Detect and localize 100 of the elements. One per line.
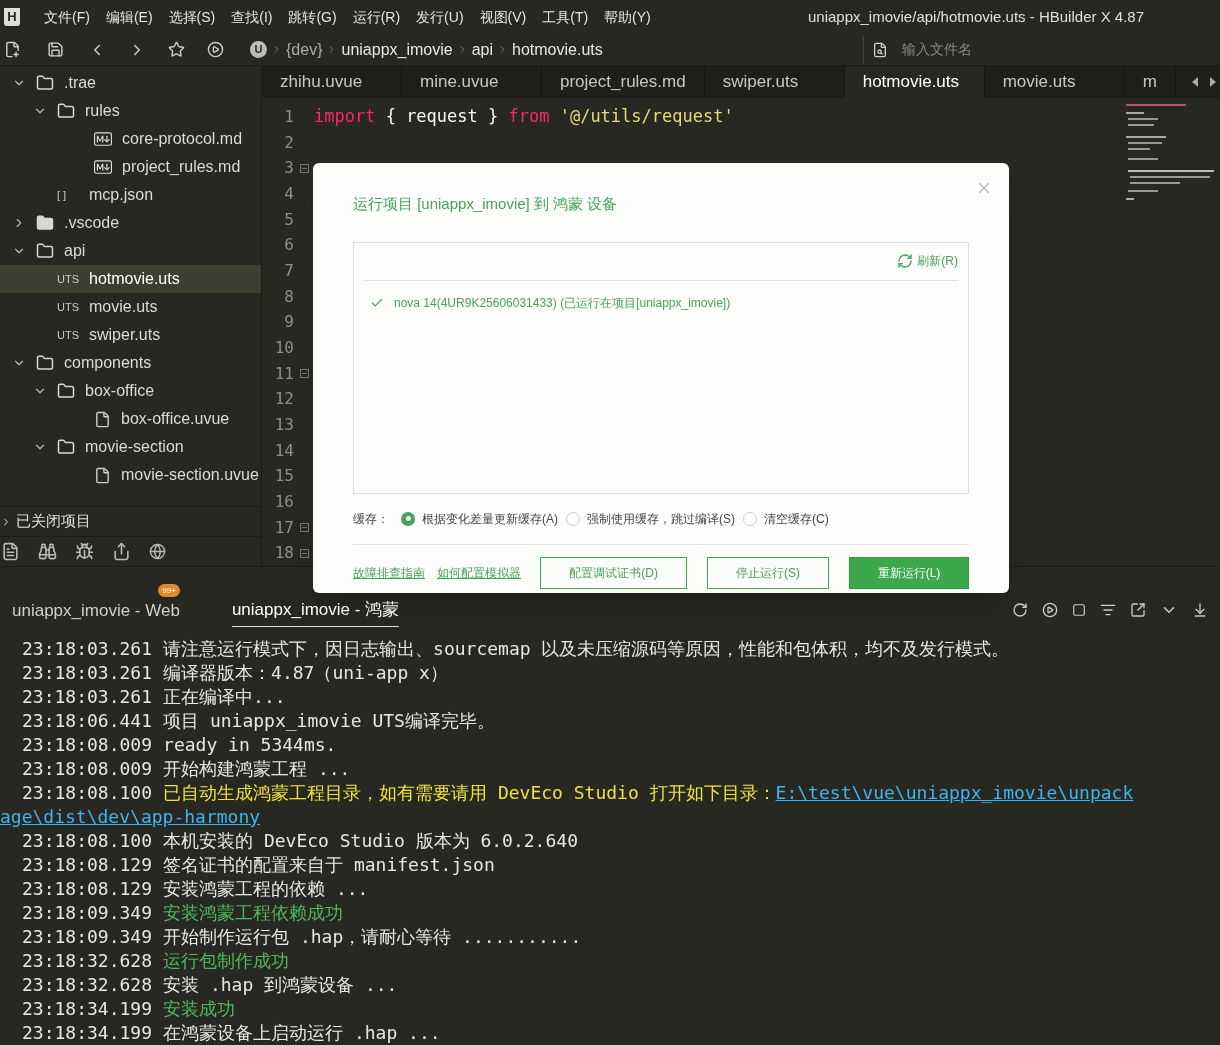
panel-tab[interactable]: uniappx_imovie - 鸿蒙 (231, 596, 400, 627)
editor-tab[interactable]: zhihu.uvue (262, 66, 402, 98)
fold-icon[interactable] (300, 548, 309, 558)
radio-option[interactable]: 强制使用缓存，跳过编译(S) (566, 509, 735, 528)
log-time: 23:18:34.199 (22, 997, 153, 1021)
folder-icon (57, 102, 75, 120)
scroll-to-end-icon[interactable] (1192, 602, 1208, 618)
breadcrumb-item[interactable]: hotmovie.uts (512, 37, 603, 62)
editor-tab[interactable]: movie.uts (984, 66, 1125, 98)
fold-icon[interactable] (300, 523, 309, 533)
line-number: 8 (284, 285, 294, 308)
app-logo: H (4, 8, 20, 26)
line-number: 6 (284, 234, 294, 257)
log-time: 23:18:34.199 (22, 1021, 153, 1045)
tree-item[interactable]: .trae (0, 69, 261, 97)
log-message: 请注意运行模式下，因日志输出、sourcemap 以及未压缩源码等原因，性能和包体积，均不及发行模式。 (163, 637, 1010, 661)
path-link[interactable]: age\dist\dev\app-harmony (0, 805, 261, 829)
log-message: 开始构建鸿蒙工程 ... (163, 757, 351, 781)
tree-item[interactable]: components (0, 349, 261, 377)
radio-option[interactable]: 根据变化差量更新缓存(A) (401, 509, 558, 528)
file-type-icon: UTS (57, 298, 79, 316)
path-link[interactable]: E:\test\vue\uniappx_imovie\unpack (775, 781, 1134, 805)
save-icon[interactable] (47, 41, 64, 58)
log-message: 安装鸿蒙工程的依赖 ... (163, 877, 369, 901)
menu-item[interactable]: 视图(V) (471, 6, 535, 28)
radio-option[interactable]: 清空缓存(C) (743, 509, 829, 528)
menu-item[interactable]: 帮助(Y) (596, 6, 659, 28)
log-time: 23:18:03.261 (22, 661, 153, 685)
share-icon[interactable] (112, 542, 131, 561)
menu-item[interactable]: 运行(R) (344, 6, 409, 28)
log-message: 本机安装的 DevEco Studio 版本为 6.0.2.640 (163, 829, 578, 853)
tree-item[interactable]: box-office (0, 377, 261, 405)
log-time: 23:18:32.628 (22, 973, 153, 997)
editor-tab[interactable]: m (1124, 66, 1176, 98)
fold-icon[interactable] (300, 369, 309, 379)
scroll-left-icon[interactable] (1192, 77, 1198, 87)
log-time: 23:18:09.349 (22, 925, 153, 949)
bug-icon[interactable] (75, 542, 94, 561)
menu-item[interactable]: 跳转(G) (280, 6, 345, 28)
stop-icon[interactable] (1072, 603, 1086, 617)
file-icon (94, 466, 111, 484)
log-time: 23:18:32.628 (22, 949, 153, 973)
editor-tab[interactable]: project_rules.md (542, 66, 705, 98)
new-file-icon[interactable] (4, 41, 21, 58)
radio[interactable] (401, 511, 415, 526)
log-message: 正在编译中... (163, 685, 286, 709)
tree-item[interactable]: UTS hotmovie.uts (0, 265, 261, 293)
file-type-icon: UTS (57, 326, 79, 344)
log-message: 签名证书的配置来自于 manifest.json (163, 853, 495, 877)
menu-item[interactable]: 发行(U) (408, 6, 472, 28)
breadcrumb-item[interactable]: api (471, 37, 494, 62)
tree-item[interactable]: UTS swiper.uts (0, 321, 261, 349)
play-icon[interactable] (1042, 602, 1058, 618)
folder-icon (57, 438, 75, 456)
tree-item[interactable]: [ ] mcp.json (0, 181, 261, 209)
tree-item[interactable]: box-office.uvue (0, 405, 261, 433)
tree-item[interactable]: project_rules.md (0, 153, 261, 181)
markdown-icon (94, 158, 112, 176)
panel-tab[interactable]: uniappx_imovie - Web (12, 597, 180, 627)
filter-icon[interactable] (1100, 602, 1116, 618)
menu-item[interactable]: 文件(F) (36, 6, 98, 28)
line-number: 17 (274, 516, 294, 539)
run-icon[interactable] (207, 41, 224, 58)
line-number: 10 (274, 336, 294, 359)
menu-item[interactable]: 选择(S) (160, 6, 224, 28)
globe-icon[interactable] (149, 543, 166, 560)
line-number: 7 (284, 259, 294, 282)
editor-tab[interactable]: swiper.uts (704, 66, 845, 98)
restart-icon[interactable] (1012, 602, 1028, 618)
line-number: 13 (274, 413, 294, 436)
file-list-icon[interactable] (1, 542, 20, 561)
breadcrumb-item[interactable]: uniappx_imovie (341, 37, 453, 62)
log-message: 已自动生成鸿蒙工程目录，如有需要请用 DevEco Studio 打开如下目录： (163, 781, 776, 805)
file-search-field[interactable]: 输入文件名 (902, 39, 1152, 60)
folder-icon (36, 74, 54, 92)
log-message: 安装鸿蒙工程依赖成功 (163, 901, 344, 925)
tree-item[interactable]: movie-section (0, 433, 261, 461)
tree-item[interactable]: movie-section.uvue (0, 461, 261, 489)
fold-icon[interactable] (300, 163, 309, 173)
scroll-right-icon[interactable] (1210, 77, 1216, 87)
tree-item[interactable]: rules (0, 97, 261, 125)
breadcrumb-item[interactable]: {dev} (286, 37, 323, 62)
binoculars-icon[interactable] (38, 542, 57, 561)
star-icon[interactable] (168, 41, 185, 58)
code-token: { request } (384, 105, 500, 129)
refresh-icon (897, 253, 914, 269)
open-external-icon[interactable] (1130, 602, 1146, 618)
editor-tab[interactable]: hotmovie.uts (844, 66, 985, 98)
menu-item[interactable]: 编辑(E) (97, 6, 161, 28)
closed-projects[interactable]: 已关闭项目 (0, 506, 261, 536)
tree-item[interactable]: core-protocol.md (0, 125, 261, 153)
tree-item[interactable]: UTS movie.uts (0, 293, 261, 321)
log-time: 23:18:08.009 (22, 757, 153, 781)
line-number: 11 (274, 362, 294, 385)
editor-tab[interactable]: mine.uvue (402, 66, 542, 98)
log-time: 23:18:08.100 (22, 829, 153, 853)
tree-item[interactable]: api (0, 237, 261, 265)
menu-item[interactable]: 工具(T) (534, 6, 597, 28)
menu-item[interactable]: 查找(I) (223, 6, 281, 28)
tree-item[interactable]: .vscode (0, 209, 261, 237)
